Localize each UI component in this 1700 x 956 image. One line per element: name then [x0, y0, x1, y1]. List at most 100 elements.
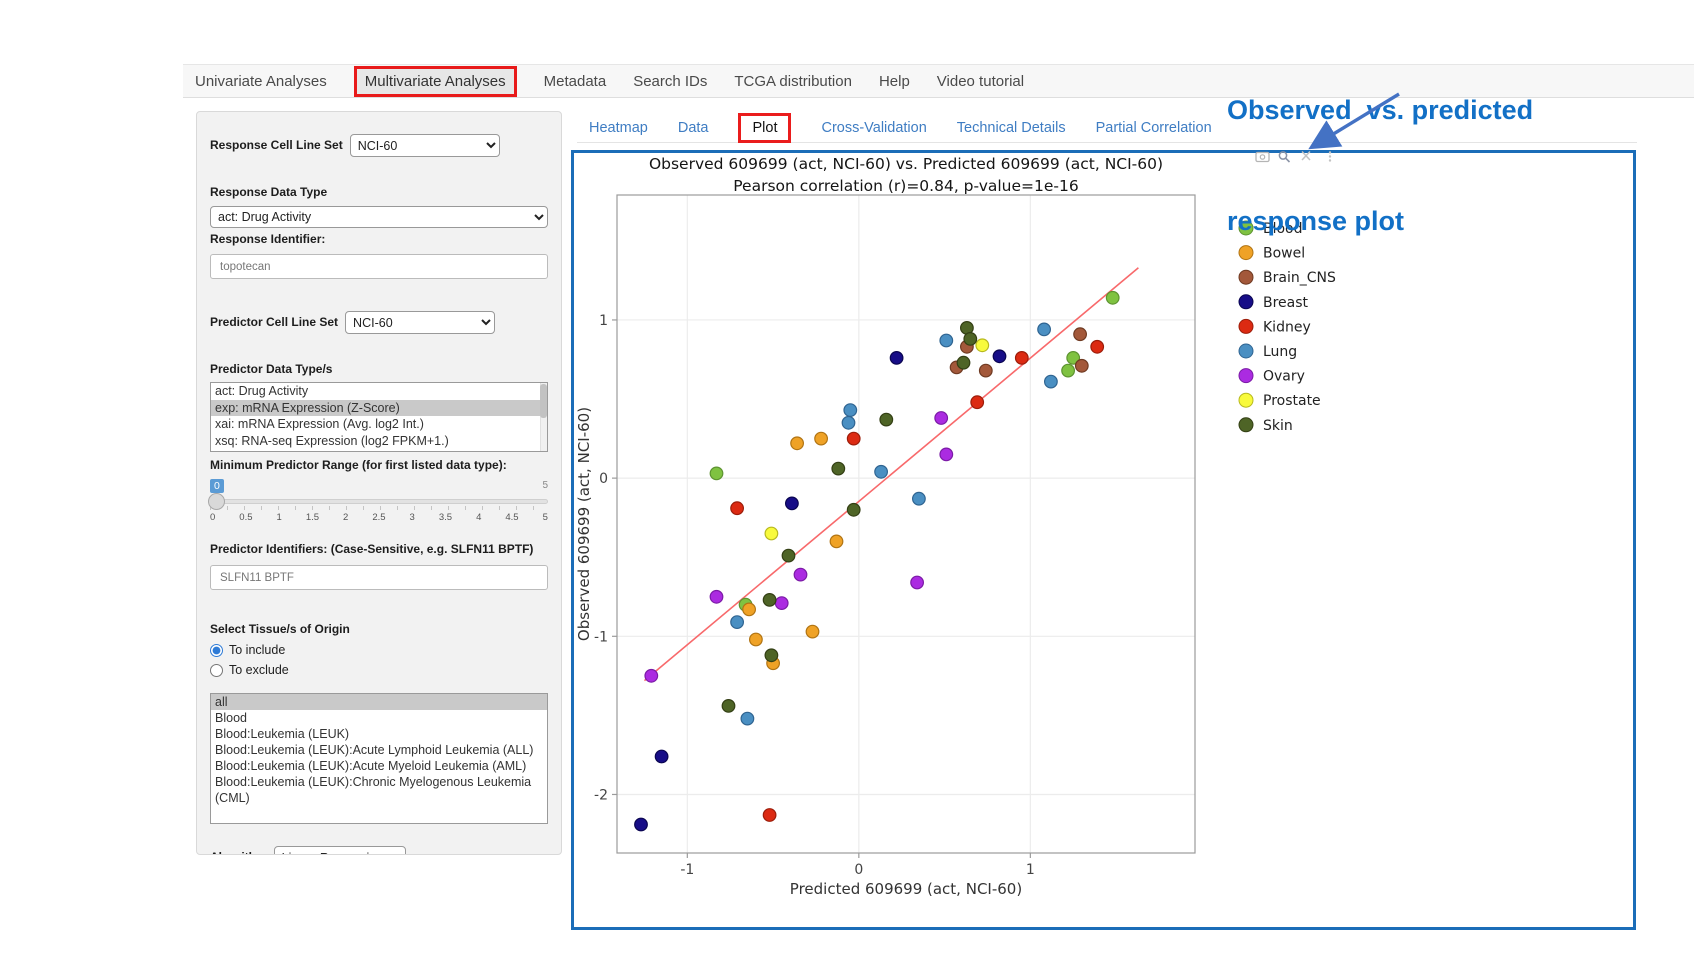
scatter-point-lung	[940, 334, 953, 347]
scatter-point-ovary	[794, 568, 807, 581]
predictor-identifiers-input[interactable]	[210, 565, 548, 590]
predictor-data-types-listbox[interactable]: act: Drug Activityexp: mRNA Expression (…	[210, 382, 548, 452]
option-blood-leukemia-leuk-chronic-myelogenous-[interactable]: Blood:Leukemia (LEUK):Chronic Myelogenou…	[211, 774, 547, 806]
legend-item-ovary[interactable]: Ovary	[1239, 369, 1305, 385]
legend-item-lung[interactable]: Lung	[1239, 344, 1297, 360]
scatter-point-ovary	[645, 670, 658, 683]
nav-item-multivariate-analyses[interactable]: Multivariate Analyses	[354, 66, 517, 97]
scatter-point-bowel	[750, 633, 763, 646]
option-exp-mrna-expression-z-score[interactable]: exp: mRNA Expression (Z-Score)	[211, 400, 547, 417]
page: { "annotation": { "line1": "Observed vs.…	[0, 0, 1700, 956]
response-cell-line-set-select[interactable]: NCI-60	[350, 134, 500, 157]
nav-item-help[interactable]: Help	[879, 73, 910, 90]
slider-ticks	[210, 506, 548, 510]
y-axis-title: Observed 609699 (act, NCI-60)	[575, 407, 593, 641]
tissue-listbox[interactable]: allBloodBlood:Leukemia (LEUK)Blood:Leuke…	[210, 693, 548, 824]
scatter-point-blood	[710, 467, 723, 480]
option-blood-leukemia-leuk-acute-lymphoid-leuke[interactable]: Blood:Leukemia (LEUK):Acute Lymphoid Leu…	[211, 742, 547, 758]
nav-item-univariate-analyses[interactable]: Univariate Analyses	[195, 73, 327, 90]
min-predictor-range-slider[interactable]: 0 5 00.511.522.533.544.55	[210, 479, 548, 525]
x-tick-label-0: 0	[854, 862, 863, 878]
option-blood[interactable]: Blood	[211, 710, 547, 726]
slider-track[interactable]	[210, 499, 548, 504]
scatter-point-kidney	[763, 809, 776, 822]
scatter-point-breast	[655, 750, 668, 763]
algorithm-select[interactable]: Linear Regression	[274, 846, 406, 855]
predictor-cell-line-set-label: Predictor Cell Line Set	[210, 315, 338, 330]
option-all[interactable]: all	[211, 694, 547, 710]
min-predictor-range-label: Minimum Predictor Range (for first liste…	[210, 458, 548, 473]
tab-heatmap[interactable]: Heatmap	[589, 120, 648, 136]
option-blood-leukemia-leuk-acute-myeloid-leukem[interactable]: Blood:Leukemia (LEUK):Acute Myeloid Leuk…	[211, 758, 547, 774]
response-identifier-input[interactable]	[210, 254, 548, 279]
scatter-point-ovary	[940, 448, 953, 461]
annotation-line2: response plot	[1227, 203, 1533, 240]
scatter-point-skin	[957, 356, 970, 369]
y-tick-label-0: 0	[599, 471, 608, 487]
scrollbar[interactable]	[540, 383, 547, 451]
legend-label-skin: Skin	[1263, 418, 1293, 434]
scatter-point-skin	[847, 504, 860, 517]
slider-handle[interactable]	[208, 493, 225, 510]
plot-subtitle: Pearson correlation (r)=0.84, p-value=1e…	[733, 177, 1078, 195]
y-tick-label--1: -1	[594, 629, 608, 645]
nav-item-tcga-distribution[interactable]: TCGA distribution	[734, 73, 852, 90]
scatter-point-lung	[741, 712, 754, 725]
scatter-point-ovary	[775, 597, 788, 610]
tab-technical-details[interactable]: Technical Details	[957, 120, 1066, 136]
x-axis-title: Predicted 609699 (act, NCI-60)	[790, 880, 1022, 898]
slider-label-0: 0	[210, 512, 215, 523]
tab-partial-correlation[interactable]: Partial Correlation	[1096, 120, 1212, 136]
slider-label-4-5: 4.5	[505, 512, 518, 523]
option-xai-mrna-expression-avg-log2-int[interactable]: xai: mRNA Expression (Avg. log2 Int.)	[211, 416, 547, 433]
scatter-point-kidney	[731, 502, 744, 515]
scatter-point-skin	[964, 333, 977, 346]
predictor-identifiers-label: Predictor Identifiers: (Case-Sensitive, …	[210, 541, 548, 558]
nav-item-search-ids[interactable]: Search IDs	[633, 73, 707, 90]
predictor-cell-line-set-select[interactable]: NCI-60	[345, 311, 495, 334]
scatter-point-brain-cns	[1076, 360, 1089, 373]
slider-label-1-5: 1.5	[306, 512, 319, 523]
tab-cross-validation[interactable]: Cross-Validation	[821, 120, 926, 136]
scatter-point-skin	[782, 549, 795, 562]
scatter-point-kidney	[847, 432, 860, 445]
scatter-point-lung	[1045, 375, 1058, 388]
legend-marker-ovary	[1239, 369, 1253, 383]
scatter-point-brain-cns	[980, 364, 993, 377]
slider-max-label: 5	[542, 480, 548, 491]
response-data-type-select[interactable]: act: Drug Activity	[210, 206, 548, 228]
scatter-point-kidney	[1091, 341, 1104, 354]
slider-label-3-5: 3.5	[439, 512, 452, 523]
slider-value-badge: 0	[210, 479, 224, 493]
legend-item-kidney[interactable]: Kidney	[1239, 319, 1311, 335]
scatter-point-breast	[993, 350, 1006, 363]
tissue-exclude-radio-row[interactable]: To exclude	[210, 663, 548, 677]
tissue-include-radio[interactable]	[210, 644, 223, 657]
tab-plot[interactable]: Plot	[738, 113, 791, 143]
analysis-form-panel: Response Cell Line Set NCI-60 Response D…	[196, 111, 562, 855]
tissue-exclude-radio[interactable]	[210, 664, 223, 677]
legend-label-kidney: Kidney	[1263, 319, 1311, 335]
nav-item-video-tutorial[interactable]: Video tutorial	[937, 73, 1024, 90]
scatter-point-bowel	[815, 432, 828, 445]
scatter-point-lung	[1038, 323, 1051, 336]
nav-item-metadata[interactable]: Metadata	[544, 73, 607, 90]
tissue-origin-label: Select Tissue/s of Origin	[210, 622, 548, 637]
response-identifier-label: Response Identifier:	[210, 232, 548, 247]
slider-label-0-5: 0.5	[239, 512, 252, 523]
legend-item-breast[interactable]: Breast	[1239, 295, 1309, 311]
slider-label-1: 1	[277, 512, 282, 523]
legend-item-skin[interactable]: Skin	[1239, 418, 1293, 434]
legend-item-prostate[interactable]: Prostate	[1239, 393, 1321, 409]
scatter-point-kidney	[971, 396, 984, 409]
option-xsq-rna-seq-expression-log2-fpkm-1[interactable]: xsq: RNA-seq Expression (log2 FPKM+1.)	[211, 433, 547, 450]
tissue-include-radio-row[interactable]: To include	[210, 643, 548, 657]
result-tabs: Heatmap Data Plot Cross-Validation Technical…	[589, 112, 1212, 144]
option-act-drug-activity[interactable]: act: Drug Activity	[211, 383, 547, 400]
tab-data[interactable]: Data	[678, 120, 709, 136]
scatter-point-skin	[880, 413, 893, 426]
legend-label-ovary: Ovary	[1263, 369, 1305, 385]
response-cell-line-set-label: Response Cell Line Set	[210, 138, 343, 153]
option-blood-leukemia-leuk[interactable]: Blood:Leukemia (LEUK)	[211, 726, 547, 742]
scatter-point-ovary	[911, 576, 924, 589]
